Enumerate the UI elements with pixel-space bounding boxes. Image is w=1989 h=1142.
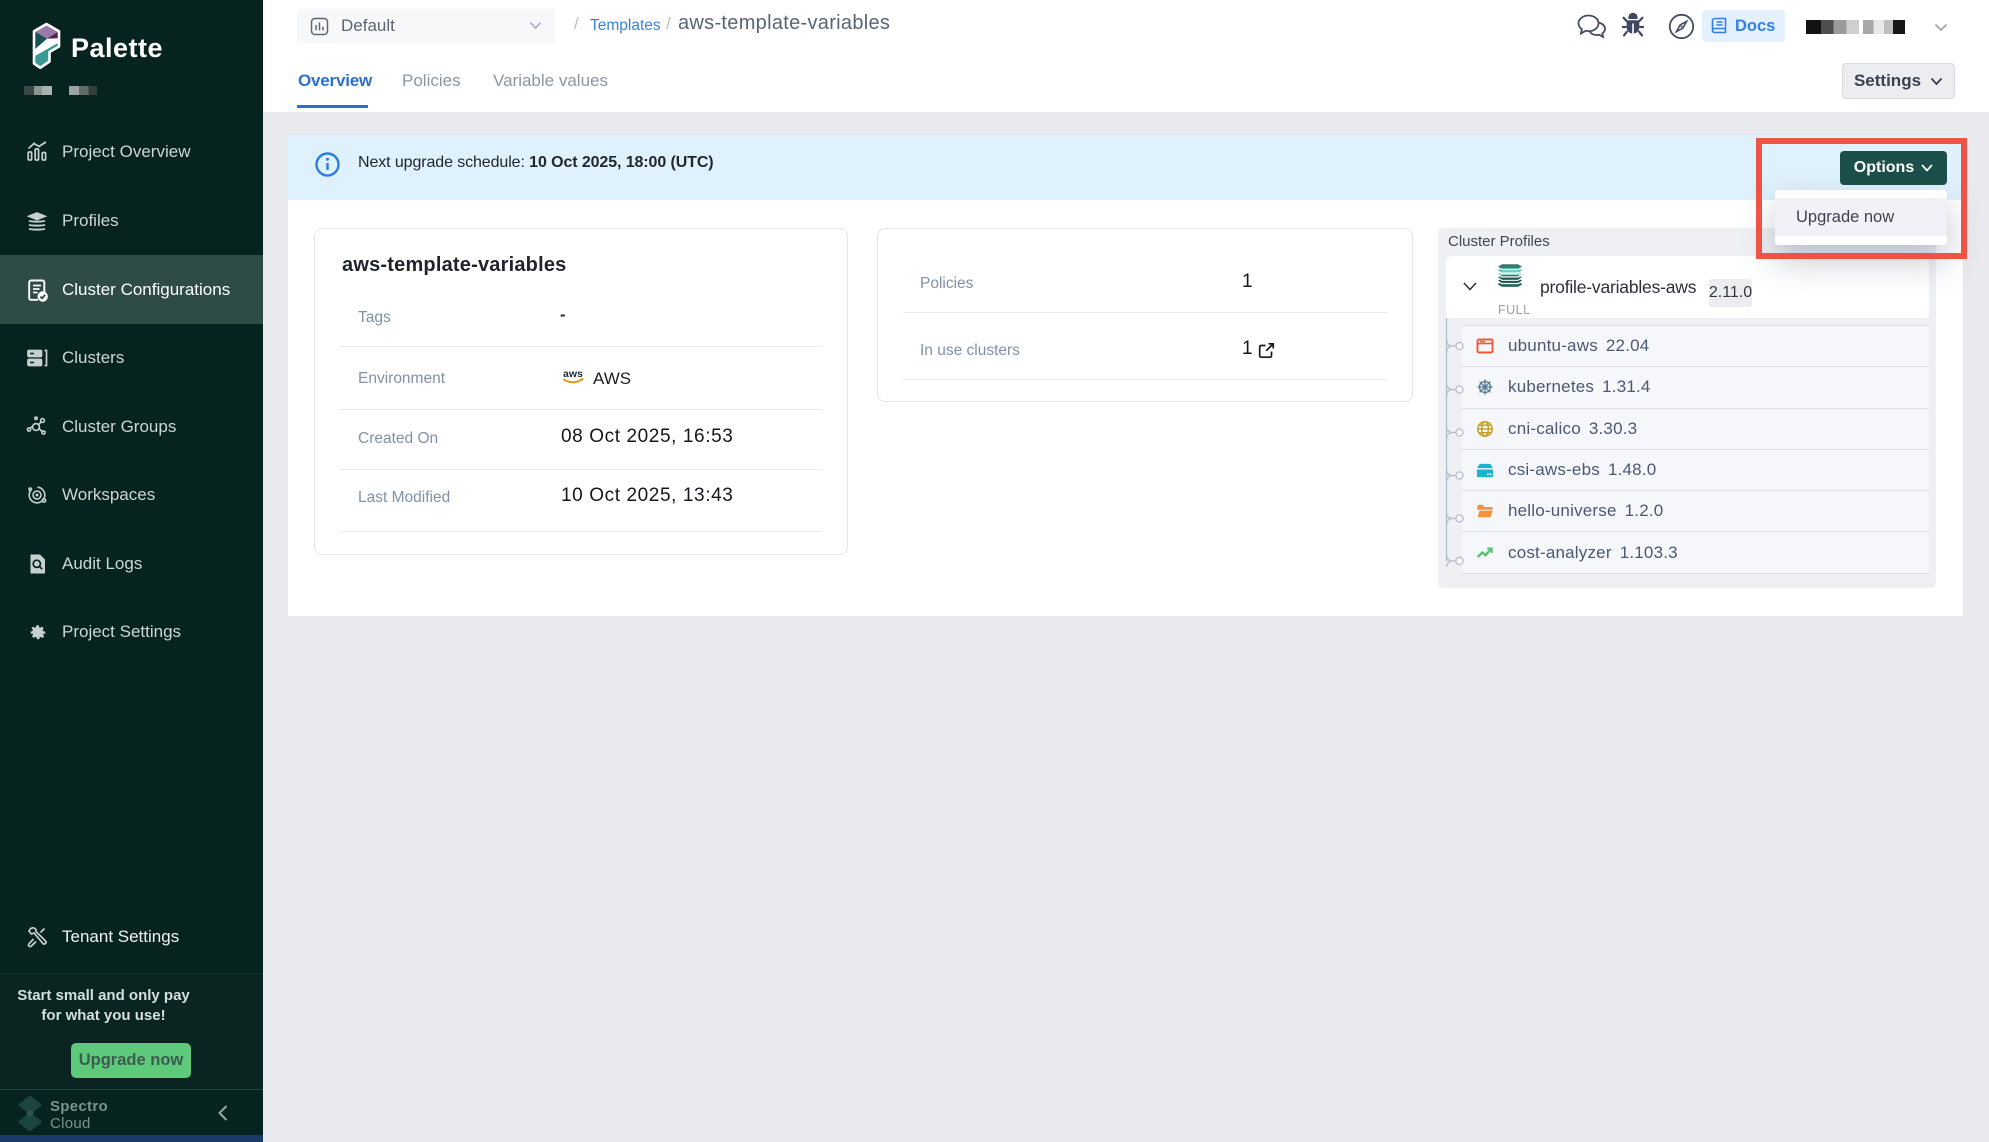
svg-text:aws: aws <box>563 368 583 380</box>
